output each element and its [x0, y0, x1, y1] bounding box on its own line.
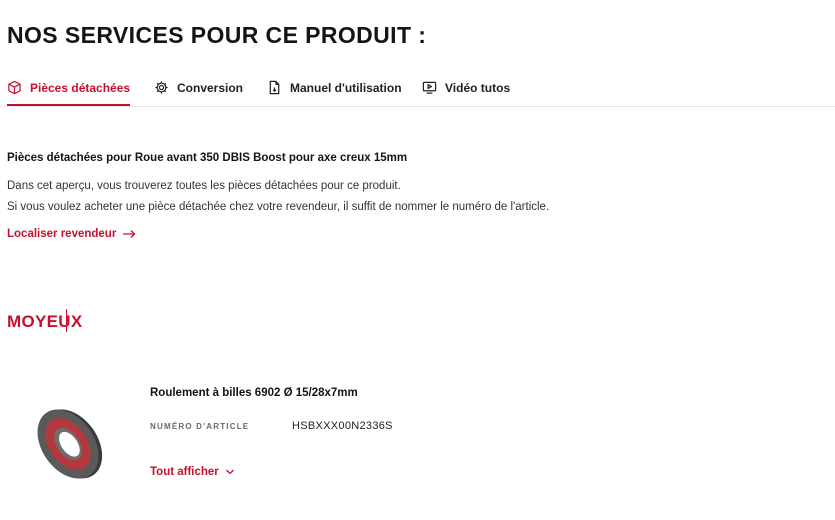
tab-label: Conversion [177, 80, 244, 95]
show-all-label: Tout afficher [150, 466, 219, 478]
chevron-down-icon [225, 469, 234, 475]
locate-dealer-label: Localiser revendeur [7, 228, 117, 240]
description-line-1: Dans cet aperçu, vous trouverez toutes l… [7, 180, 401, 192]
gear-icon [155, 81, 168, 94]
locate-dealer-link[interactable]: Localiser revendeur [7, 228, 136, 240]
article-number-label: NUMÉRO D'ARTICLE [150, 422, 250, 431]
video-icon [422, 81, 437, 94]
service-tabs: Pièces détachées Conversion Manuel d'uti… [0, 70, 835, 107]
description-line-2: Si vous voulez acheter une pièce détaché… [7, 201, 550, 213]
tab-label: Pièces détachées [30, 80, 131, 95]
tab-spare-parts[interactable]: Pièces détachées [7, 70, 131, 106]
text-cursor [66, 309, 67, 332]
section-title: MOYEUX [7, 312, 83, 331]
tab-conversion[interactable]: Conversion [154, 70, 243, 105]
show-all-button[interactable]: Tout afficher [150, 466, 235, 478]
tab-label: Manuel d'utilisation [290, 80, 402, 95]
tab-user-manual[interactable]: Manuel d'utilisation [267, 70, 402, 105]
part-name: Roulement à billes 6902 Ø 15/28x7mm [150, 387, 358, 399]
box-icon [8, 80, 21, 95]
arrow-right-icon [123, 230, 136, 238]
tab-label: Vidéo tutos [445, 80, 511, 95]
tab-video-tutorials[interactable]: Vidéo tutos [422, 70, 510, 105]
document-icon [269, 80, 280, 95]
bearing-image [37, 409, 103, 479]
spare-parts-subtitle: Pièces détachées pour Roue avant 350 DBI… [7, 152, 408, 164]
page-title: NOS SERVICES POUR CE PRODUIT : [7, 22, 427, 48]
article-number-value: HSBXXX00N2336S [292, 420, 393, 432]
